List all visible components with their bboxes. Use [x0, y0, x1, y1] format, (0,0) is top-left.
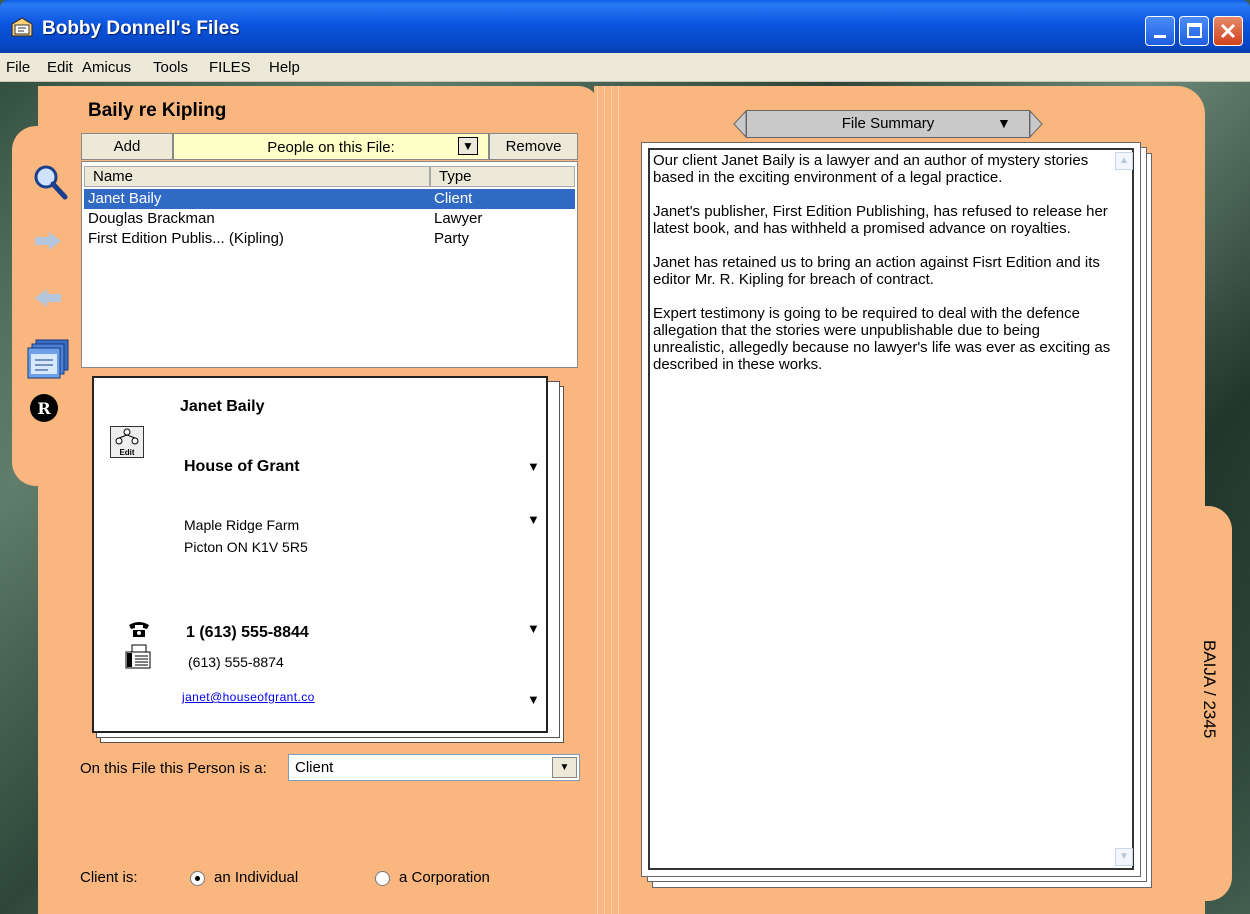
file-id-label: BAIJA / 2345 [1200, 640, 1219, 739]
list-item[interactable]: Douglas Brackman Lawyer [84, 209, 575, 229]
title-bar[interactable]: Bobby Donnell's Files [0, 0, 1250, 53]
app-icon [11, 17, 33, 37]
remove-person-button[interactable]: Remove [489, 133, 578, 160]
window-title: Bobby Donnell's Files [42, 18, 240, 39]
individual-radio-label[interactable]: an Individual [214, 869, 298, 886]
maximize-icon [1187, 23, 1202, 38]
person-type: Lawyer [434, 210, 483, 227]
person-name: First Edition Publis... (Kipling) [88, 230, 284, 247]
tab-prev-icon[interactable] [732, 110, 746, 138]
list-item[interactable]: First Edition Publis... (Kipling) Party [84, 229, 575, 249]
menu-bar: File Edit Amicus Tools FILES Help [0, 53, 1250, 82]
contact-phone: 1 (613) 555-8844 [186, 624, 309, 641]
menu-file[interactable]: File [6, 59, 30, 76]
search-icon[interactable] [32, 163, 68, 201]
column-header-name[interactable]: Name [84, 166, 430, 187]
registered-icon[interactable]: R [28, 392, 60, 424]
contact-name: Janet Baily [180, 398, 265, 415]
contact-fax: (613) 555-8874 [188, 654, 284, 670]
svg-text:R: R [37, 399, 51, 418]
summary-paragraph: Expert testimony is going to be required… [653, 305, 1111, 373]
back-arrow-icon[interactable] [33, 288, 63, 308]
radio-selected-dot [195, 876, 200, 881]
individual-radio[interactable] [190, 871, 205, 886]
menu-amicus[interactable]: Amicus [82, 59, 131, 76]
chevron-down-icon[interactable]: ▼ [997, 115, 1011, 131]
email-dropdown-icon[interactable]: ▼ [527, 692, 540, 707]
person-type: Party [434, 230, 470, 247]
contact-card: Janet Baily Edit House of Grant ▼ Maple … [92, 376, 548, 733]
corporation-radio[interactable] [375, 871, 390, 886]
minimize-icon [1154, 35, 1166, 38]
client-type-label: Client is: [80, 869, 138, 886]
contact-email-link[interactable]: janet@houseofgrant.co [182, 690, 315, 704]
edit-label: Edit [119, 448, 135, 457]
edit-contact-button[interactable]: Edit [110, 426, 144, 458]
summary-paragraph: Our client Janet Baily is a lawyer and a… [653, 152, 1089, 186]
phone-icon [129, 622, 149, 637]
file-title: Baily re Kipling [88, 100, 227, 121]
company-dropdown-icon[interactable]: ▼ [527, 459, 540, 474]
maximize-button[interactable] [1179, 16, 1209, 46]
menu-tools[interactable]: Tools [153, 59, 188, 76]
minimize-button[interactable] [1145, 16, 1175, 46]
menu-files[interactable]: FILES [209, 59, 251, 76]
people-dropdown[interactable]: People on this File: [173, 133, 489, 160]
corporation-radio-label[interactable]: a Corporation [399, 869, 490, 886]
summary-paragraph: Janet's publisher, First Edition Publish… [653, 203, 1108, 237]
person-type: Client [434, 190, 473, 207]
summary-paragraph: Janet has retained us to bring an action… [653, 254, 1100, 288]
column-header-type[interactable]: Type [430, 166, 575, 187]
person-name: Douglas Brackman [88, 210, 215, 227]
menu-edit[interactable]: Edit [47, 59, 73, 76]
summary-tab-selector[interactable]: File Summary ▼ [732, 110, 1044, 140]
close-icon [1220, 23, 1236, 39]
people-list[interactable]: Name Type Janet Baily Client Douglas Bra… [81, 161, 578, 368]
role-label: On this File this Person is a: [80, 760, 267, 777]
chevron-down-icon[interactable]: ▼ [552, 757, 577, 778]
summary-tab-label[interactable]: File Summary [746, 110, 1030, 138]
list-item[interactable]: Janet Baily Client [84, 189, 575, 209]
close-button[interactable] [1213, 16, 1243, 46]
address-dropdown-icon[interactable]: ▼ [527, 512, 540, 527]
address-line-2: Picton ON K1V 5R5 [184, 539, 308, 555]
dropdown-arrow-icon[interactable]: ▼ [458, 137, 478, 155]
summary-text: Our client Janet Baily is a lawyer and a… [653, 152, 1113, 390]
menu-help[interactable]: Help [269, 59, 300, 76]
summary-textarea[interactable]: Our client Janet Baily is a lawyer and a… [648, 148, 1134, 870]
address-line-1: Maple Ridge Farm [184, 517, 300, 533]
scroll-up-button[interactable]: ▲ [1115, 152, 1133, 170]
calendar-icon[interactable] [26, 338, 70, 380]
people-icon [115, 428, 139, 445]
person-name: Janet Baily [88, 190, 162, 207]
contact-company: House of Grant [184, 458, 300, 475]
tab-next-icon[interactable] [1030, 110, 1044, 138]
phone-dropdown-icon[interactable]: ▼ [527, 621, 540, 636]
add-person-button[interactable]: Add [81, 133, 173, 160]
role-select[interactable]: Client [288, 754, 580, 781]
scroll-down-button[interactable]: ▼ [1115, 848, 1133, 866]
forward-arrow-icon[interactable] [33, 231, 63, 251]
fax-icon [125, 644, 151, 669]
